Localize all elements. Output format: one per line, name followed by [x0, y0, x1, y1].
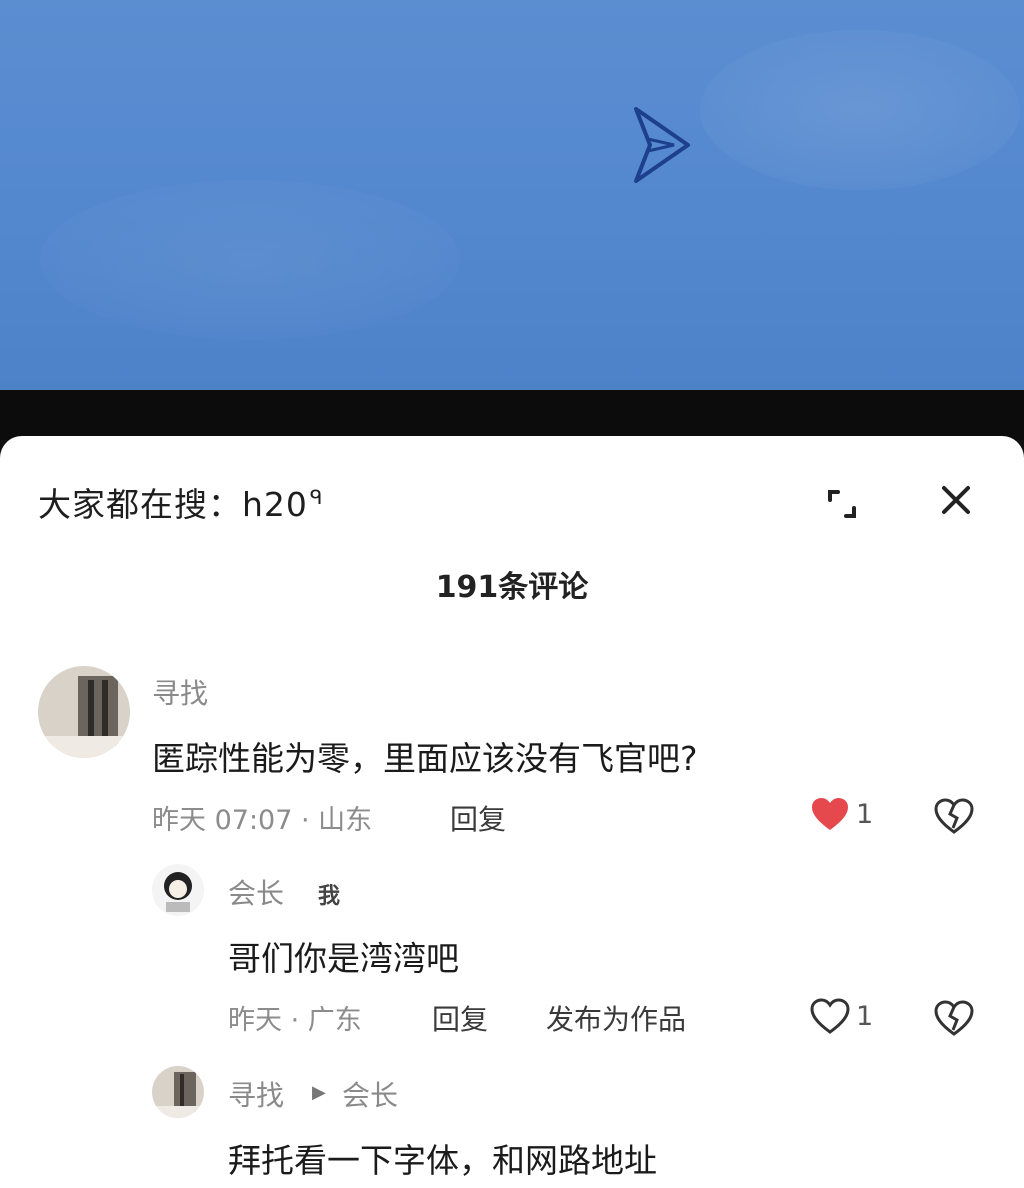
- comments-sheet: 大家都在搜：h20 ᑫ 191条评论 寻找 匿踪性能为零，里面应该没有飞官吧? 昨…: [0, 436, 1024, 1188]
- broken-heart-icon[interactable]: [934, 796, 974, 836]
- self-tag: 我: [318, 884, 341, 909]
- like-count: 1: [856, 1000, 874, 1032]
- publish-as-work-button[interactable]: 发布为作品: [546, 998, 686, 1038]
- comment-meta: 昨天 07:07 · 山东: [152, 805, 373, 836]
- comment-text: 匿踪性能为零，里面应该没有飞官吧?: [152, 739, 698, 778]
- comment-text: 拜托看一下字体，和网路地址: [228, 1141, 657, 1180]
- avatar-image: [38, 666, 130, 758]
- comment-username[interactable]: 寻找: [152, 672, 208, 712]
- search-hint-text: 大家都在搜：h20: [38, 485, 308, 524]
- comment-meta: 昨天 · 广东: [228, 1005, 362, 1036]
- flying-wing-aircraft-icon: [634, 107, 690, 183]
- comment-username[interactable]: 寻找: [228, 1074, 284, 1114]
- reply-button[interactable]: 回复: [432, 998, 488, 1038]
- avatar-image: [152, 864, 204, 916]
- like-button[interactable]: 1: [810, 796, 873, 832]
- cloud: [40, 180, 460, 340]
- avatar[interactable]: [152, 1066, 204, 1118]
- cloud: [700, 30, 1020, 190]
- video-frame[interactable]: [0, 0, 1024, 390]
- close-icon[interactable]: [936, 480, 976, 520]
- comment-count: 191条评论: [435, 570, 589, 605]
- heart-outline-icon: [810, 998, 850, 1034]
- search-icon: ᑫ: [309, 485, 324, 509]
- avatar-image: [152, 1066, 204, 1118]
- avatar[interactable]: [38, 666, 130, 758]
- video-bottom-bar: [0, 390, 1024, 440]
- search-suggestion[interactable]: 大家都在搜：h20 ᑫ: [38, 478, 323, 526]
- avatar[interactable]: [152, 864, 204, 916]
- comment-username[interactable]: 会长: [228, 872, 284, 912]
- reply-arrow-icon: ▶: [312, 1082, 326, 1103]
- reply-to-username[interactable]: 会长: [342, 1074, 398, 1114]
- like-count: 1: [856, 798, 874, 830]
- reply-button[interactable]: 回复: [450, 798, 506, 838]
- broken-heart-icon[interactable]: [934, 998, 974, 1038]
- expand-icon[interactable]: [824, 486, 860, 522]
- heart-filled-icon: [812, 798, 848, 830]
- like-button[interactable]: 1: [810, 998, 873, 1034]
- comment-text: 哥们你是湾湾吧: [228, 939, 459, 978]
